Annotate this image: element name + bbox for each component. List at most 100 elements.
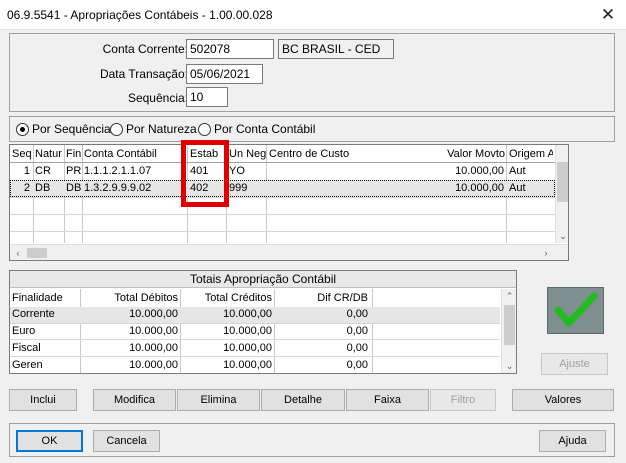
cell-fin: DB — [66, 182, 82, 194]
detalhe-button[interactable]: Detalhe — [261, 389, 345, 411]
radio-unselected-icon[interactable] — [110, 122, 123, 136]
cell-fin: PR — [66, 165, 82, 177]
cancela-button[interactable]: Cancela — [93, 430, 160, 452]
row-divider — [10, 356, 500, 357]
cell-dif: 0,00 — [346, 342, 368, 354]
table-row[interactable]: Corrente 10.000,00 10.000,00 0,00 — [10, 307, 500, 323]
cell-creditos: 10.000,00 — [223, 308, 272, 320]
table-row-selected[interactable]: 2 DB DB 1.3.2.9.9.9.02 402 999 10.000,00… — [10, 180, 555, 197]
totals-col-creditos[interactable]: Total Créditos — [182, 292, 272, 304]
modifica-button[interactable]: Modifica — [93, 389, 176, 411]
cell-conta: 1.3.2.9.9.9.02 — [84, 182, 152, 194]
table-row[interactable]: Euro 10.000,00 10.000,00 0,00 — [10, 323, 500, 339]
scroll-left-icon[interactable]: ‹ — [10, 245, 26, 260]
scroll-right-icon[interactable]: › — [538, 245, 554, 260]
cell-creditos: 10.000,00 — [223, 359, 272, 371]
row-divider — [10, 231, 555, 232]
cell-natur: DB — [35, 182, 51, 194]
scroll-thumb[interactable] — [27, 248, 47, 258]
cell-origem: Aut — [509, 165, 526, 177]
checkmark-icon — [554, 292, 598, 327]
valores-button[interactable]: Valores — [512, 389, 614, 411]
ajuste-button[interactable]: Ajuste — [541, 353, 608, 375]
cell-debitos: 10.000,00 — [129, 308, 178, 320]
sequencia-input[interactable]: 10 — [186, 87, 228, 107]
cell-origem: Aut — [509, 182, 526, 194]
cell-dif: 0,00 — [346, 325, 368, 337]
cell-conta: 1.1.1.2.1.1.07 — [84, 165, 152, 177]
row-divider — [10, 323, 500, 324]
radio-selected-icon[interactable] — [16, 122, 29, 136]
radio-por-sequencia[interactable]: Por Sequência — [16, 122, 111, 136]
radio-label: Por Conta Contábil — [214, 122, 316, 136]
footer-group: OK Cancela Ajuda — [9, 423, 615, 457]
col-header-centro[interactable]: Centro de Custo — [269, 148, 349, 160]
cell-creditos: 10.000,00 — [223, 325, 272, 337]
radio-unselected-icon[interactable] — [198, 122, 211, 136]
table-row[interactable]: Fiscal 10.000,00 10.000,00 0,00 — [10, 340, 500, 356]
cell-finalidade: Corrente — [12, 308, 55, 320]
totals-col-dif[interactable]: Dif CR/DB — [276, 292, 368, 304]
radio-por-natureza[interactable]: Por Natureza — [110, 122, 197, 136]
scroll-thumb[interactable] — [557, 162, 568, 202]
faixa-button[interactable]: Faixa — [346, 389, 429, 411]
totals-col-debitos[interactable]: Total Débitos — [82, 292, 178, 304]
scroll-up-icon[interactable]: ⌃ — [502, 289, 516, 303]
conta-corrente-desc-field: BC BRASIL - CED — [278, 39, 394, 59]
col-header-un-neg[interactable]: Un Neg — [229, 148, 267, 160]
table-row[interactable]: Geren 10.000,00 10.000,00 0,00 — [10, 357, 500, 373]
cell-finalidade: Euro — [12, 325, 36, 337]
cell-finalidade: Fiscal — [12, 342, 41, 354]
apropriacoes-grid[interactable]: Seq Natur Fin Conta Contábil Estab Un Ne… — [9, 144, 569, 261]
elimina-button[interactable]: Elimina — [177, 389, 260, 411]
col-header-natur[interactable]: Natur — [35, 148, 63, 160]
cell-valor: 10.000,00 — [455, 165, 504, 177]
grid-horizontal-scrollbar[interactable]: ‹ › — [10, 244, 568, 260]
scroll-down-icon[interactable]: ⌄ — [556, 229, 568, 243]
totals-title: Totais Apropriação Contábil — [10, 271, 516, 288]
radio-label: Por Natureza — [126, 122, 197, 136]
inclui-button[interactable]: Inclui — [9, 389, 77, 411]
cell-creditos: 10.000,00 — [223, 342, 272, 354]
close-icon[interactable]: ✕ — [590, 0, 626, 30]
cell-seq: 1 — [23, 165, 30, 177]
ajuda-button[interactable]: Ajuda — [539, 430, 606, 452]
title-bar: 06.9.5541 - Apropriações Contábeis - 1.0… — [0, 0, 626, 30]
header-group: Conta Corrente: 502078 BC BRASIL - CED D… — [9, 33, 615, 112]
scroll-thumb[interactable] — [504, 305, 515, 345]
cell-natur: CR — [35, 165, 51, 177]
totals-vertical-scrollbar[interactable]: ⌃ ⌄ — [501, 289, 516, 373]
sequencia-label: Sequência: — [127, 91, 188, 105]
grid-vertical-scrollbar[interactable]: ⌄ — [555, 145, 568, 243]
col-header-origem[interactable]: Origem A — [509, 148, 553, 160]
cell-valor: 10.000,00 — [455, 182, 504, 194]
cell-un-neg: 999 — [229, 182, 248, 194]
window-title: 06.9.5541 - Apropriações Contábeis - 1.0… — [7, 8, 273, 22]
scroll-down-icon[interactable]: ⌄ — [502, 359, 516, 373]
data-transacao-label: Data Transação: — [99, 67, 188, 81]
row-divider — [10, 214, 555, 215]
row-divider — [10, 339, 500, 340]
totals-col-finalidade[interactable]: Finalidade — [12, 292, 63, 304]
cell-debitos: 10.000,00 — [129, 342, 178, 354]
conta-corrente-input[interactable]: 502078 — [186, 39, 274, 59]
col-header-conta[interactable]: Conta Contábil — [84, 148, 157, 160]
filtro-button[interactable]: Filtro — [430, 389, 496, 411]
table-row[interactable]: 1 CR PR 1.1.1.2.1.1.07 401 YO 10.000,00 … — [10, 163, 555, 180]
radio-por-conta-contabil[interactable]: Por Conta Contábil — [198, 122, 315, 136]
sort-options-group: Por Sequência Por Natureza Por Conta Con… — [9, 116, 615, 142]
cell-dif: 0,00 — [346, 308, 368, 320]
status-check-panel[interactable] — [547, 287, 604, 334]
totals-table[interactable]: Totais Apropriação Contábil Finalidade T… — [9, 270, 517, 374]
ok-button[interactable]: OK — [16, 430, 83, 452]
data-transacao-input[interactable]: 05/06/2021 — [186, 64, 263, 84]
col-header-valor[interactable]: Valor Movto — [405, 148, 505, 160]
col-header-seq[interactable]: Seq — [12, 148, 32, 160]
conta-corrente-label: Conta Corrente: — [102, 42, 188, 56]
col-header-fin[interactable]: Fin — [66, 148, 81, 160]
cell-dif: 0,00 — [346, 359, 368, 371]
cell-finalidade: Geren — [12, 359, 43, 371]
cell-debitos: 10.000,00 — [129, 359, 178, 371]
cell-un-neg: YO — [229, 165, 245, 177]
cell-seq: 2 — [23, 182, 30, 194]
